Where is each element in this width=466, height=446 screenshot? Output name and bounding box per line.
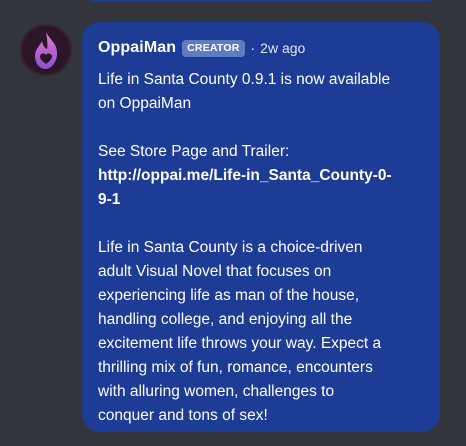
avatar[interactable] <box>20 24 72 76</box>
message-line: on OppaiMan <box>98 95 192 112</box>
description-line: with alluring women, challenges to <box>98 383 335 400</box>
author-name[interactable]: OppaiMan <box>98 39 176 57</box>
description-line: adult Visual Novel that focuses on <box>98 263 332 280</box>
store-page-link-continued[interactable]: 9-1 <box>98 191 120 208</box>
description-line: thrilling mix of fun, romance, encounter… <box>98 359 373 376</box>
separator-dot: · <box>250 40 256 56</box>
message-body: Life in Santa County 0.9.1 is now availa… <box>98 68 424 428</box>
store-page-link[interactable]: http://oppai.me/Life-in_Santa_County-0- <box>98 167 392 184</box>
store-page-label: See Store Page and Trailer: <box>98 143 290 160</box>
description-line: Life in Santa County is a choice-driven <box>98 239 363 256</box>
description-line: handling college, and enjoying all the <box>98 311 353 328</box>
description-line: conquer and tons of sex! <box>98 407 268 424</box>
message-header: OppaiMan CREATOR · 2w ago <box>98 38 424 58</box>
description-line: excitement life throws your way. Expect … <box>98 335 382 352</box>
creator-badge: CREATOR <box>182 39 245 57</box>
flame-heart-icon <box>35 32 58 69</box>
description-line: experiencing life as man of the house, <box>98 287 360 304</box>
message-bubble: OppaiMan CREATOR · 2w ago Life in Santa … <box>82 22 440 432</box>
message-line: Life in Santa County 0.9.1 is now availa… <box>98 71 391 88</box>
timestamp: 2w ago <box>260 40 306 56</box>
previous-message-bubble <box>82 0 440 2</box>
